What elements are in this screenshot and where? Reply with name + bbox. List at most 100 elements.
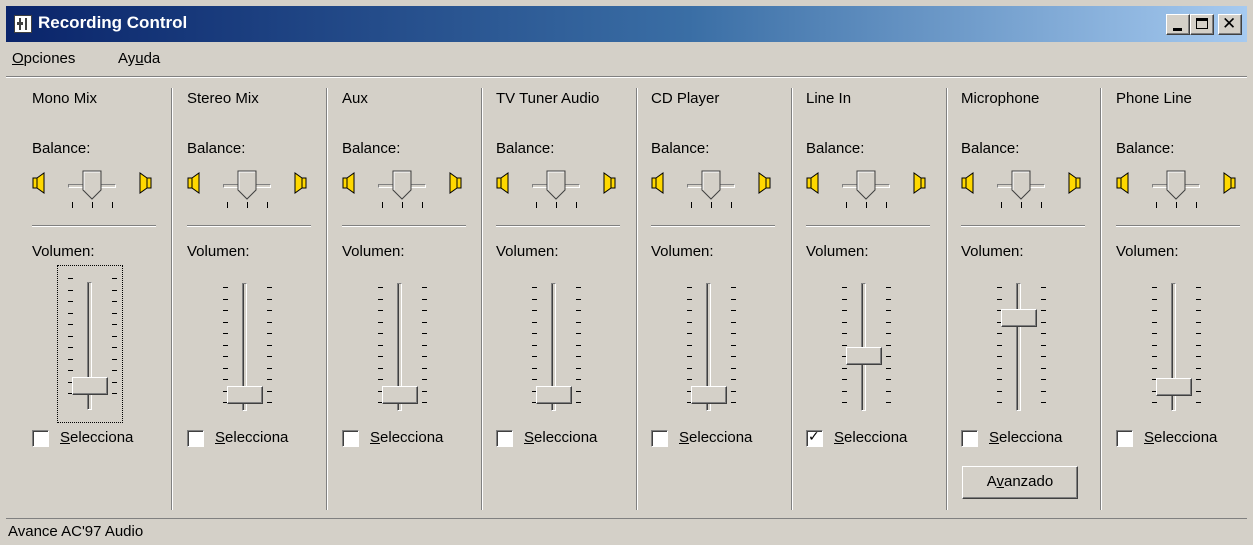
check-icon: ✓ — [808, 429, 820, 445]
volume-tick — [267, 379, 272, 380]
volume-tick — [1196, 310, 1201, 311]
volume-track[interactable] — [1016, 283, 1021, 411]
volume-label: Volumen: — [961, 243, 1024, 260]
volume-slider-thumb[interactable] — [72, 376, 108, 395]
section-separator — [806, 225, 930, 227]
select-checkbox-label[interactable]: Selecciona — [679, 429, 774, 446]
volume-tick — [687, 379, 692, 380]
volume-tick — [576, 310, 581, 311]
balance-tick — [112, 202, 113, 208]
volume-tick — [532, 379, 537, 380]
volume-tick — [223, 298, 228, 300]
balance-slider-thumb[interactable] — [1011, 170, 1031, 204]
volume-tick — [842, 379, 847, 380]
volume-tick — [576, 379, 581, 380]
app-icon[interactable] — [14, 15, 32, 33]
select-checkbox[interactable] — [651, 430, 668, 447]
volume-tick — [1152, 333, 1157, 334]
volume-slider[interactable] — [57, 265, 123, 423]
select-checkbox-label[interactable]: Selecciona — [215, 429, 310, 446]
volume-slider[interactable] — [987, 275, 1051, 411]
volume-slider[interactable] — [213, 275, 277, 411]
speaker-left-icon — [32, 172, 48, 198]
balance-tick — [247, 202, 248, 208]
volume-slider-thumb[interactable] — [1156, 377, 1192, 396]
minimize-button[interactable] — [1166, 14, 1190, 35]
volume-slider[interactable] — [677, 275, 741, 411]
maximize-button[interactable] — [1190, 14, 1214, 35]
volume-tick — [576, 367, 581, 369]
balance-tick — [691, 202, 692, 208]
balance-tick — [846, 202, 847, 208]
volume-tick — [997, 344, 1002, 346]
balance-slider-thumb[interactable] — [701, 170, 721, 204]
title-bar[interactable]: Recording Control ✕ — [6, 6, 1247, 42]
volume-slider[interactable] — [522, 275, 586, 411]
menu-ayuda[interactable]: Ayuda — [118, 50, 160, 67]
speaker-right-icon — [136, 172, 152, 198]
balance-slider-thumb[interactable] — [856, 170, 876, 204]
select-checkbox[interactable] — [32, 430, 49, 447]
volume-tick — [1152, 310, 1157, 311]
volume-slider[interactable] — [1142, 275, 1206, 411]
section-separator — [342, 225, 466, 227]
volume-tick — [687, 298, 692, 300]
select-checkbox[interactable] — [342, 430, 359, 447]
balance-slider-thumb[interactable] — [546, 170, 566, 204]
balance-slider-thumb[interactable] — [82, 170, 102, 204]
select-checkbox-label[interactable]: Selecciona — [60, 429, 155, 446]
volume-tick — [731, 390, 736, 392]
volume-tick — [1196, 402, 1201, 403]
volume-slider-thumb[interactable] — [382, 385, 418, 404]
select-checkbox-label[interactable]: Selecciona — [370, 429, 465, 446]
menu-opciones[interactable]: Opciones — [12, 50, 75, 67]
volume-slider-thumb[interactable] — [1001, 308, 1037, 327]
balance-tick — [536, 202, 537, 208]
balance-slider-thumb[interactable] — [392, 170, 412, 204]
volume-tick — [422, 390, 427, 392]
balance-tick — [886, 202, 887, 208]
volume-slider-thumb[interactable] — [691, 385, 727, 404]
volume-slider[interactable] — [832, 275, 896, 411]
balance-slider-thumb[interactable] — [1166, 170, 1186, 204]
close-button[interactable]: ✕ — [1218, 14, 1242, 35]
volume-tick — [422, 333, 427, 334]
select-checkbox-label[interactable]: Selecciona — [524, 429, 619, 446]
volume-tick — [223, 344, 228, 346]
select-checkbox-label[interactable]: Selecciona — [1144, 429, 1239, 446]
balance-label: Balance: — [806, 140, 865, 157]
select-checkbox-label[interactable]: Selecciona — [834, 429, 929, 446]
volume-tick — [997, 298, 1002, 300]
select-checkbox[interactable]: ✓ — [806, 429, 823, 447]
volume-tick — [842, 310, 847, 311]
advanced-button[interactable]: Avanzado — [962, 466, 1078, 499]
volume-tick — [422, 379, 427, 380]
volume-slider-thumb[interactable] — [227, 385, 263, 404]
volume-tick — [1041, 310, 1046, 311]
speaker-left-icon — [806, 172, 822, 198]
volume-tick — [267, 344, 272, 346]
volume-tick — [731, 310, 736, 311]
balance-slider-thumb[interactable] — [237, 170, 257, 204]
select-checkbox[interactable] — [1116, 430, 1133, 447]
volume-tick — [1041, 367, 1046, 369]
select-checkbox[interactable] — [496, 430, 513, 447]
volume-tick — [842, 390, 847, 392]
volume-tick — [532, 333, 537, 334]
select-checkbox[interactable] — [961, 430, 978, 447]
volume-tick — [1041, 298, 1046, 300]
volume-tick — [1041, 333, 1046, 334]
volume-slider-thumb[interactable] — [536, 385, 572, 404]
volume-tick — [1152, 367, 1157, 369]
volume-tick — [731, 367, 736, 369]
select-checkbox[interactable] — [187, 430, 204, 447]
volume-tick — [997, 356, 1002, 357]
channel-name: CD Player — [651, 90, 720, 107]
volume-tick — [68, 312, 73, 314]
select-checkbox-label[interactable]: Selecciona — [989, 429, 1084, 446]
balance-label: Balance: — [651, 140, 710, 157]
volume-slider-thumb[interactable] — [846, 347, 882, 365]
volume-tick — [1152, 356, 1157, 357]
volume-slider[interactable] — [368, 275, 432, 411]
balance-tick — [1156, 202, 1157, 208]
